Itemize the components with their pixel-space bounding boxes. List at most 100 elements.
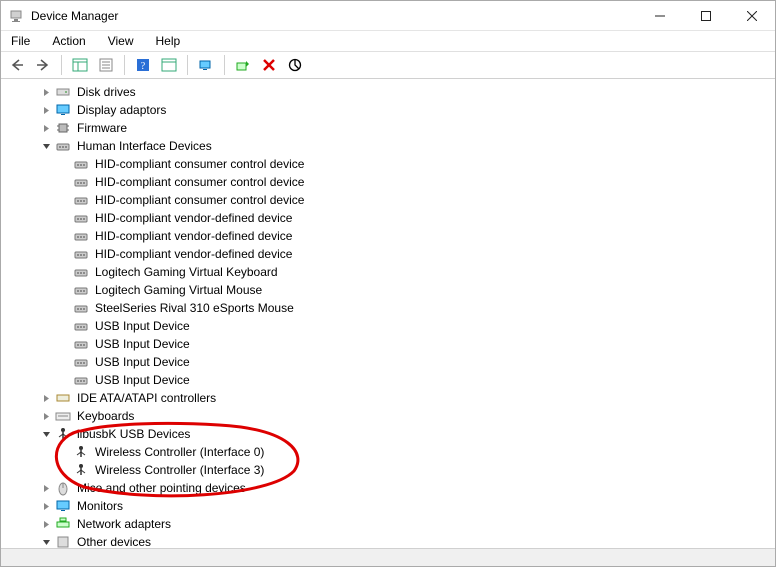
collapse-icon[interactable] [39,139,53,153]
disk-drive-icon [55,84,71,100]
update-driver-button[interactable] [231,54,255,76]
tree-item-label: USB Input Device [93,336,192,352]
tree-item-label: USB Input Device [93,372,192,388]
forward-button[interactable] [31,54,55,76]
tree-item-label: Firmware [75,120,129,136]
expand-icon[interactable] [39,85,53,99]
usb-icon [55,426,71,442]
tree-item-hid-device[interactable]: HID-compliant vendor-defined device [7,245,775,263]
expand-icon[interactable] [39,391,53,405]
close-button[interactable] [729,1,775,31]
menu-help[interactable]: Help [152,32,185,50]
expand-icon[interactable] [39,121,53,135]
monitor-icon [55,498,71,514]
toolbar-separator [187,55,188,75]
tree-item-label: SteelSeries Rival 310 eSports Mouse [93,300,296,316]
tree-item-hid-device[interactable]: HID-compliant vendor-defined device [7,227,775,245]
tree-item-hid-device[interactable]: Logitech Gaming Virtual Mouse [7,281,775,299]
menu-action[interactable]: Action [48,32,89,50]
tree-item-hid-device[interactable]: HID-compliant vendor-defined device [7,209,775,227]
hid-device-icon [73,192,89,208]
tree-item-hid-device[interactable]: USB Input Device [7,317,775,335]
menu-file[interactable]: File [7,32,34,50]
expand-icon[interactable] [39,103,53,117]
tree-item-hid[interactable]: Human Interface Devices [7,137,775,155]
tree-item-hid-device[interactable]: HID-compliant consumer control device [7,173,775,191]
help-button[interactable]: ? [131,54,155,76]
disable-device-button[interactable] [283,54,307,76]
tree-item-label: HID-compliant consumer control device [93,192,306,208]
tree-item-hid-device[interactable]: USB Input Device [7,371,775,389]
toolbar: ? [1,51,775,79]
tree-item-firmware[interactable]: Firmware [7,119,775,137]
expand-icon[interactable] [39,409,53,423]
mouse-icon [55,480,71,496]
hid-device-icon [73,228,89,244]
tree-item-label: Display adaptors [75,102,168,118]
tree-item-label: Wireless Controller (Interface 3) [93,462,266,478]
tree-item-mice[interactable]: Mice and other pointing devices [7,479,775,497]
scan-hardware-button[interactable] [194,54,218,76]
tree-item-label: USB Input Device [93,318,192,334]
tree-item-label: HID-compliant vendor-defined device [93,210,294,226]
tree-item-hid-device[interactable]: HID-compliant consumer control device [7,191,775,209]
tree-item-label: Logitech Gaming Virtual Keyboard [93,264,280,280]
tree-item-label: HID-compliant vendor-defined device [93,246,294,262]
hid-device-icon [73,174,89,190]
chip-icon [55,120,71,136]
tree-item-label: Disk drives [75,84,138,100]
tree-item-label: Keyboards [75,408,136,424]
tree-item-hid-device[interactable]: USB Input Device [7,353,775,371]
tree-item-wireless-controller[interactable]: Wireless Controller (Interface 0) [7,443,775,461]
tree-item-hid-device[interactable]: HID-compliant consumer control device [7,155,775,173]
tree-item-hid-device[interactable]: Logitech Gaming Virtual Keyboard [7,263,775,281]
tree-item-other-devices[interactable]: Other devices [7,533,775,548]
tree-item-network[interactable]: Network adapters [7,515,775,533]
tree-item-wireless-controller[interactable]: Wireless Controller (Interface 3) [7,461,775,479]
tree-item-label: IDE ATA/ATAPI controllers [75,390,218,406]
menu-view[interactable]: View [104,32,138,50]
display-icon [55,102,71,118]
expand-icon[interactable] [39,499,53,513]
menubar: File Action View Help [1,31,775,51]
minimize-button[interactable] [637,1,683,31]
tree-item-label: Wireless Controller (Interface 0) [93,444,266,460]
tree-item-display-adaptors[interactable]: Display adaptors [7,101,775,119]
ide-icon [55,390,71,406]
usb-device-icon [73,462,89,478]
collapse-icon[interactable] [39,427,53,441]
tree-item-label: Human Interface Devices [75,138,214,154]
expand-icon[interactable] [39,481,53,495]
tree-item-monitors[interactable]: Monitors [7,497,775,515]
tree-item-ide[interactable]: IDE ATA/ATAPI controllers [7,389,775,407]
show-hide-console-tree-button[interactable] [68,54,92,76]
tree-item-libusbk[interactable]: libusbK USB Devices [7,425,775,443]
tree-item-label: Other devices [75,534,153,548]
device-tree[interactable]: Disk drives Display adaptors Firmware Hu… [1,80,775,548]
tree-item-keyboards[interactable]: Keyboards [7,407,775,425]
hid-device-icon [73,318,89,334]
tree-item-hid-device[interactable]: USB Input Device [7,335,775,353]
properties-button[interactable] [94,54,118,76]
collapse-icon[interactable] [39,535,53,548]
tree-item-label: Monitors [75,498,125,514]
hid-device-icon [73,354,89,370]
back-button[interactable] [5,54,29,76]
tree-item-disk-drives[interactable]: Disk drives [7,83,775,101]
keyboard-icon [55,408,71,424]
action-button[interactable] [157,54,181,76]
tree-item-label: HID-compliant consumer control device [93,156,306,172]
tree-item-label: HID-compliant consumer control device [93,174,306,190]
tree-item-hid-device[interactable]: SteelSeries Rival 310 eSports Mouse [7,299,775,317]
network-icon [55,516,71,532]
uninstall-device-button[interactable] [257,54,281,76]
expand-icon[interactable] [39,517,53,531]
hid-device-icon [73,300,89,316]
toolbar-separator [124,55,125,75]
tree-item-label: Network adapters [75,516,173,532]
tree-item-label: Mice and other pointing devices [75,480,248,496]
hid-device-icon [73,246,89,262]
hid-device-icon [73,282,89,298]
maximize-button[interactable] [683,1,729,31]
other-devices-icon [55,534,71,548]
